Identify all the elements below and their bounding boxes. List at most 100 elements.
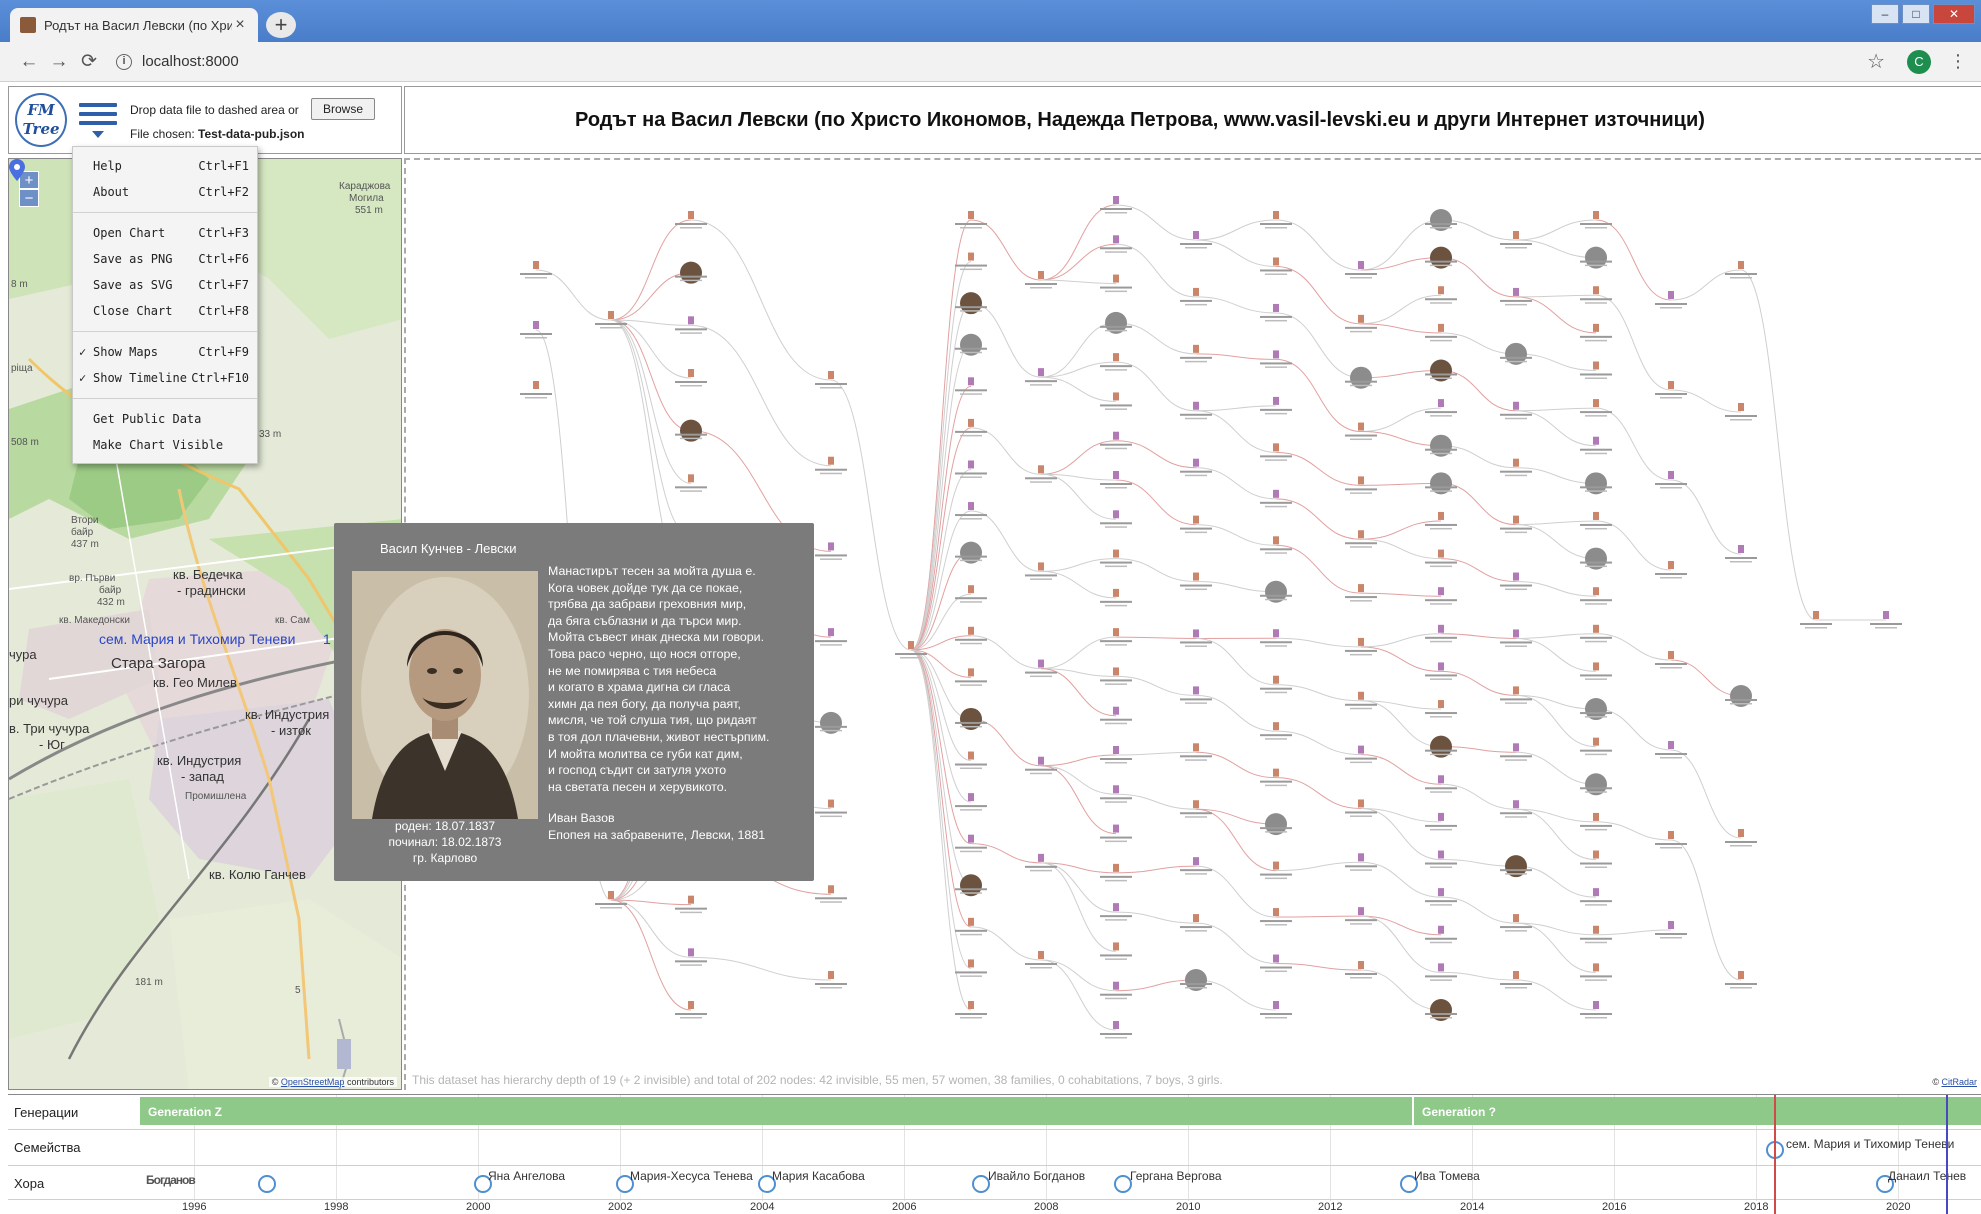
- quote-line: Мойта съвест инак днеска ми говори.: [548, 630, 765, 645]
- family-link: [1115, 751, 1197, 756]
- bookmark-star-icon[interactable]: ☆: [1867, 49, 1885, 74]
- timeline-panel[interactable]: Генерации Семейства Хора Generation Z Ge…: [8, 1094, 1981, 1214]
- person-name: Васил Кунчев - Левски: [380, 541, 517, 556]
- info-icon[interactable]: i: [116, 53, 132, 70]
- person-node[interactable]: [1580, 246, 1612, 269]
- family-link: [1515, 524, 1597, 560]
- citradar-link[interactable]: CitRadar: [1941, 1077, 1977, 1087]
- person-node[interactable]: [675, 261, 707, 284]
- family-link: [1515, 353, 1597, 371]
- browse-button[interactable]: Browse: [311, 98, 375, 120]
- person-birthplace: гр. Карлово: [412, 851, 478, 865]
- person-node[interactable]: [1500, 342, 1532, 365]
- person-node[interactable]: [955, 333, 987, 356]
- generation-bar[interactable]: Generation Z: [140, 1097, 1412, 1125]
- family-link: [1275, 544, 1362, 594]
- menu-item-get-public-data[interactable]: Get Public Data: [73, 406, 257, 432]
- menu-item-save-svg[interactable]: Save as SVG Ctrl+F7: [73, 272, 257, 298]
- menu-item-make-chart-visible[interactable]: Make Chart Visible: [73, 432, 257, 458]
- family-link: [1360, 915, 1442, 973]
- window-controls: – □ ✕: [1871, 4, 1975, 24]
- family-link: [1595, 294, 1672, 391]
- map-label: - изток: [271, 723, 311, 738]
- person-event-marker[interactable]: [258, 1175, 276, 1193]
- family-link: [1515, 407, 1597, 412]
- close-window-button[interactable]: ✕: [1933, 4, 1975, 24]
- logo-line-1: FM: [27, 101, 55, 119]
- person-node[interactable]: [955, 874, 987, 897]
- person-node[interactable]: [1580, 773, 1612, 796]
- person-node[interactable]: [520, 381, 552, 399]
- map-label: 508 m: [11, 437, 39, 448]
- person-born: роден: 18.07.1837: [394, 819, 496, 833]
- forward-icon[interactable]: →: [44, 51, 74, 73]
- file-chosen-value: Test-data-pub.json: [198, 127, 305, 141]
- timeline-year-label: 2016: [1602, 1201, 1627, 1213]
- menu-item-about[interactable]: About Ctrl+F2: [73, 179, 257, 205]
- family-link: [1195, 808, 1277, 872]
- family-link: [1275, 358, 1362, 433]
- profile-avatar[interactable]: C: [1907, 49, 1931, 74]
- quote-line: в тоя дол плачевни, живот нестърпим.: [548, 729, 770, 744]
- new-tab-button[interactable]: +: [266, 12, 296, 38]
- timeline-row-generations: Генерации: [14, 1105, 79, 1120]
- map-label: 432 m: [97, 597, 125, 608]
- zoom-out-button[interactable]: −: [19, 189, 39, 207]
- person-node[interactable]: [815, 711, 847, 734]
- person-node[interactable]: [1580, 547, 1612, 570]
- browser-menu-icon[interactable]: ⋮: [1949, 51, 1967, 72]
- chevron-down-icon: [92, 131, 104, 138]
- person-node[interactable]: [955, 541, 987, 564]
- timeline-year-label: 2014: [1460, 1201, 1485, 1213]
- menu-item-open-chart[interactable]: Open Chart Ctrl+F3: [73, 220, 257, 246]
- family-link: [1040, 243, 1117, 281]
- url-field[interactable]: i localhost:8000: [116, 53, 1867, 70]
- family-link: [910, 510, 972, 651]
- menu-item-show-maps[interactable]: ✓ Show Maps Ctrl+F9: [73, 339, 257, 365]
- family-link: [1595, 708, 1672, 751]
- person-node[interactable]: [1725, 685, 1757, 707]
- person-event-label: Ивайло Богданов: [988, 1169, 1086, 1183]
- file-chosen: File chosen: Test-data-pub.json: [130, 127, 305, 141]
- back-icon[interactable]: ←: [14, 51, 44, 73]
- timeline-year-label: 2002: [608, 1201, 633, 1213]
- maximize-button[interactable]: □: [1902, 4, 1930, 24]
- menu-item-show-timeline[interactable]: ✓ Show Timeline Ctrl+F10: [73, 365, 257, 391]
- close-tab-icon[interactable]: ×: [232, 16, 248, 34]
- menu-item-save-png[interactable]: Save as PNG Ctrl+F6: [73, 246, 257, 272]
- reload-icon[interactable]: ⟳: [74, 50, 104, 73]
- app-header: FM Tree Drop data file to dashed area or…: [8, 86, 402, 154]
- main-menu: Help Ctrl+F1 About Ctrl+F2 Open Chart Ctrl+…: [72, 146, 258, 464]
- family-link: [1360, 915, 1442, 936]
- menu-item-help[interactable]: Help Ctrl+F1: [73, 153, 257, 179]
- family-link: [1040, 558, 1117, 572]
- family-link: [1670, 659, 1742, 697]
- person-node[interactable]: [1425, 999, 1457, 1021]
- family-link: [1595, 821, 1672, 841]
- person-node[interactable]: [1100, 311, 1132, 334]
- family-link: [610, 272, 692, 321]
- generation-bar[interactable]: Generation ?: [1414, 1097, 1981, 1125]
- map-label: в. Три чучура: [9, 721, 90, 736]
- minimize-button[interactable]: –: [1871, 4, 1899, 24]
- browser-tab[interactable]: Родът на Васил Левски (по Хри ×: [10, 8, 258, 42]
- map-city-label: Стара Загора: [111, 655, 206, 672]
- chart-title-bar: Родът на Васил Левски (по Христо Икономо…: [404, 86, 1981, 154]
- person-node[interactable]: [955, 707, 987, 730]
- person-node[interactable]: [675, 419, 707, 442]
- favicon-icon: [20, 17, 36, 33]
- person-node[interactable]: [955, 292, 987, 315]
- overlapping-people-labels: Богданов: [146, 1173, 196, 1187]
- map-label: - запад: [181, 769, 224, 784]
- menu-separator: [73, 331, 257, 332]
- person-node[interactable]: [1425, 209, 1457, 231]
- menu-item-close-chart[interactable]: Close Chart Ctrl+F8: [73, 298, 257, 324]
- osm-link[interactable]: OpenStreetMap: [281, 1077, 345, 1087]
- hamburger-menu-icon[interactable]: [79, 103, 117, 138]
- map-marker-icon[interactable]: [9, 159, 25, 181]
- family-link: [1115, 979, 1197, 992]
- quote-line: мисля, че той слуша тия, що ридаят: [548, 713, 757, 728]
- family-link: [1515, 410, 1597, 447]
- map-label: кв. Колю Ганчев: [209, 867, 306, 882]
- family-link: [1040, 440, 1117, 475]
